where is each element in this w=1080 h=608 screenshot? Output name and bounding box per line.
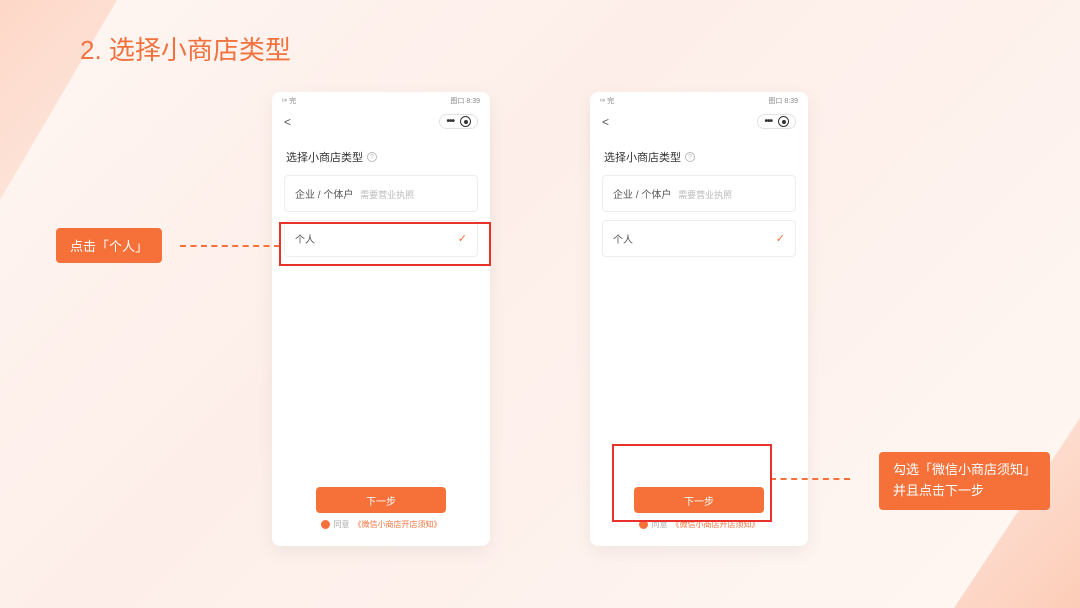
next-button[interactable]: 下一步 xyxy=(634,487,764,513)
section-title-text: 选择小商店类型 xyxy=(286,149,363,165)
target-icon[interactable] xyxy=(778,116,789,127)
option-list: 企业 / 个体户 需要营业执照 个人 ✓ xyxy=(272,171,490,257)
option-enterprise[interactable]: 企业 / 个体户 需要营业执照 xyxy=(602,175,796,212)
notice-link[interactable]: 《微信小商店开店须知》 xyxy=(672,519,760,530)
option-personal-label: 个人 xyxy=(613,231,633,246)
nav-bar: < ••• xyxy=(272,108,490,133)
check-icon: ✓ xyxy=(776,232,785,245)
check-icon: ✓ xyxy=(458,232,467,245)
agree-checkbox[interactable] xyxy=(321,520,330,529)
callout-left: 点击「个人」 xyxy=(56,228,162,263)
status-right: 图口 8:39 xyxy=(450,96,480,106)
section-title: 选择小商店类型 ? xyxy=(590,133,808,171)
option-enterprise-sub: 需要营业执照 xyxy=(360,190,414,200)
option-enterprise-label: 企业 / 个体户 xyxy=(613,190,671,201)
back-icon[interactable]: < xyxy=(602,115,609,129)
callout-right-line1: 勾选「微信小商店须知」 xyxy=(893,462,1036,477)
connector-right xyxy=(770,478,850,480)
callout-right-line2: 并且点击下一步 xyxy=(893,483,984,498)
agree-prefix: 同意 xyxy=(334,519,350,530)
status-bar: ᵘⁿ 完 图口 8:39 xyxy=(590,92,808,108)
mp-capsule[interactable]: ••• xyxy=(757,114,796,129)
target-icon[interactable] xyxy=(460,116,471,127)
option-list: 企业 / 个体户 需要营业执照 个人 ✓ xyxy=(590,171,808,257)
nav-bar: < ••• xyxy=(590,108,808,133)
option-personal[interactable]: 个人 ✓ xyxy=(284,220,478,257)
status-right: 图口 8:39 xyxy=(768,96,798,106)
page-title: 2. 选择小商店类型 xyxy=(80,30,291,67)
status-left: ᵘⁿ 完 xyxy=(600,96,614,106)
phone-mock-1: ᵘⁿ 完 图口 8:39 < ••• 选择小商店类型 ? 企业 / 个体户 需要… xyxy=(272,92,490,546)
mp-capsule[interactable]: ••• xyxy=(439,114,478,129)
agree-prefix: 同意 xyxy=(652,519,668,530)
notice-link[interactable]: 《微信小商店开店须知》 xyxy=(354,519,442,530)
help-icon[interactable]: ? xyxy=(367,152,377,162)
footer-area: 下一步 同意 《微信小商店开店须知》 xyxy=(272,487,490,546)
option-enterprise-sub: 需要营业执照 xyxy=(678,190,732,200)
option-enterprise-label: 企业 / 个体户 xyxy=(295,190,353,201)
status-left: ᵘⁿ 完 xyxy=(282,96,296,106)
status-bar: ᵘⁿ 完 图口 8:39 xyxy=(272,92,490,108)
agree-line[interactable]: 同意 《微信小商店开店须知》 xyxy=(639,519,760,530)
callout-right: 勾选「微信小商店须知」 并且点击下一步 xyxy=(879,452,1050,510)
connector-left xyxy=(180,245,280,247)
section-title: 选择小商店类型 ? xyxy=(272,133,490,171)
option-enterprise[interactable]: 企业 / 个体户 需要营业执照 xyxy=(284,175,478,212)
option-personal[interactable]: 个人 ✓ xyxy=(602,220,796,257)
option-personal-label: 个人 xyxy=(295,231,315,246)
help-icon[interactable]: ? xyxy=(685,152,695,162)
next-button[interactable]: 下一步 xyxy=(316,487,446,513)
more-icon[interactable]: ••• xyxy=(446,116,454,127)
back-icon[interactable]: < xyxy=(284,115,291,129)
section-title-text: 选择小商店类型 xyxy=(604,149,681,165)
agree-line[interactable]: 同意 《微信小商店开店须知》 xyxy=(321,519,442,530)
footer-area: 下一步 同意 《微信小商店开店须知》 xyxy=(590,487,808,546)
agree-checkbox[interactable] xyxy=(639,520,648,529)
more-icon[interactable]: ••• xyxy=(764,116,772,127)
